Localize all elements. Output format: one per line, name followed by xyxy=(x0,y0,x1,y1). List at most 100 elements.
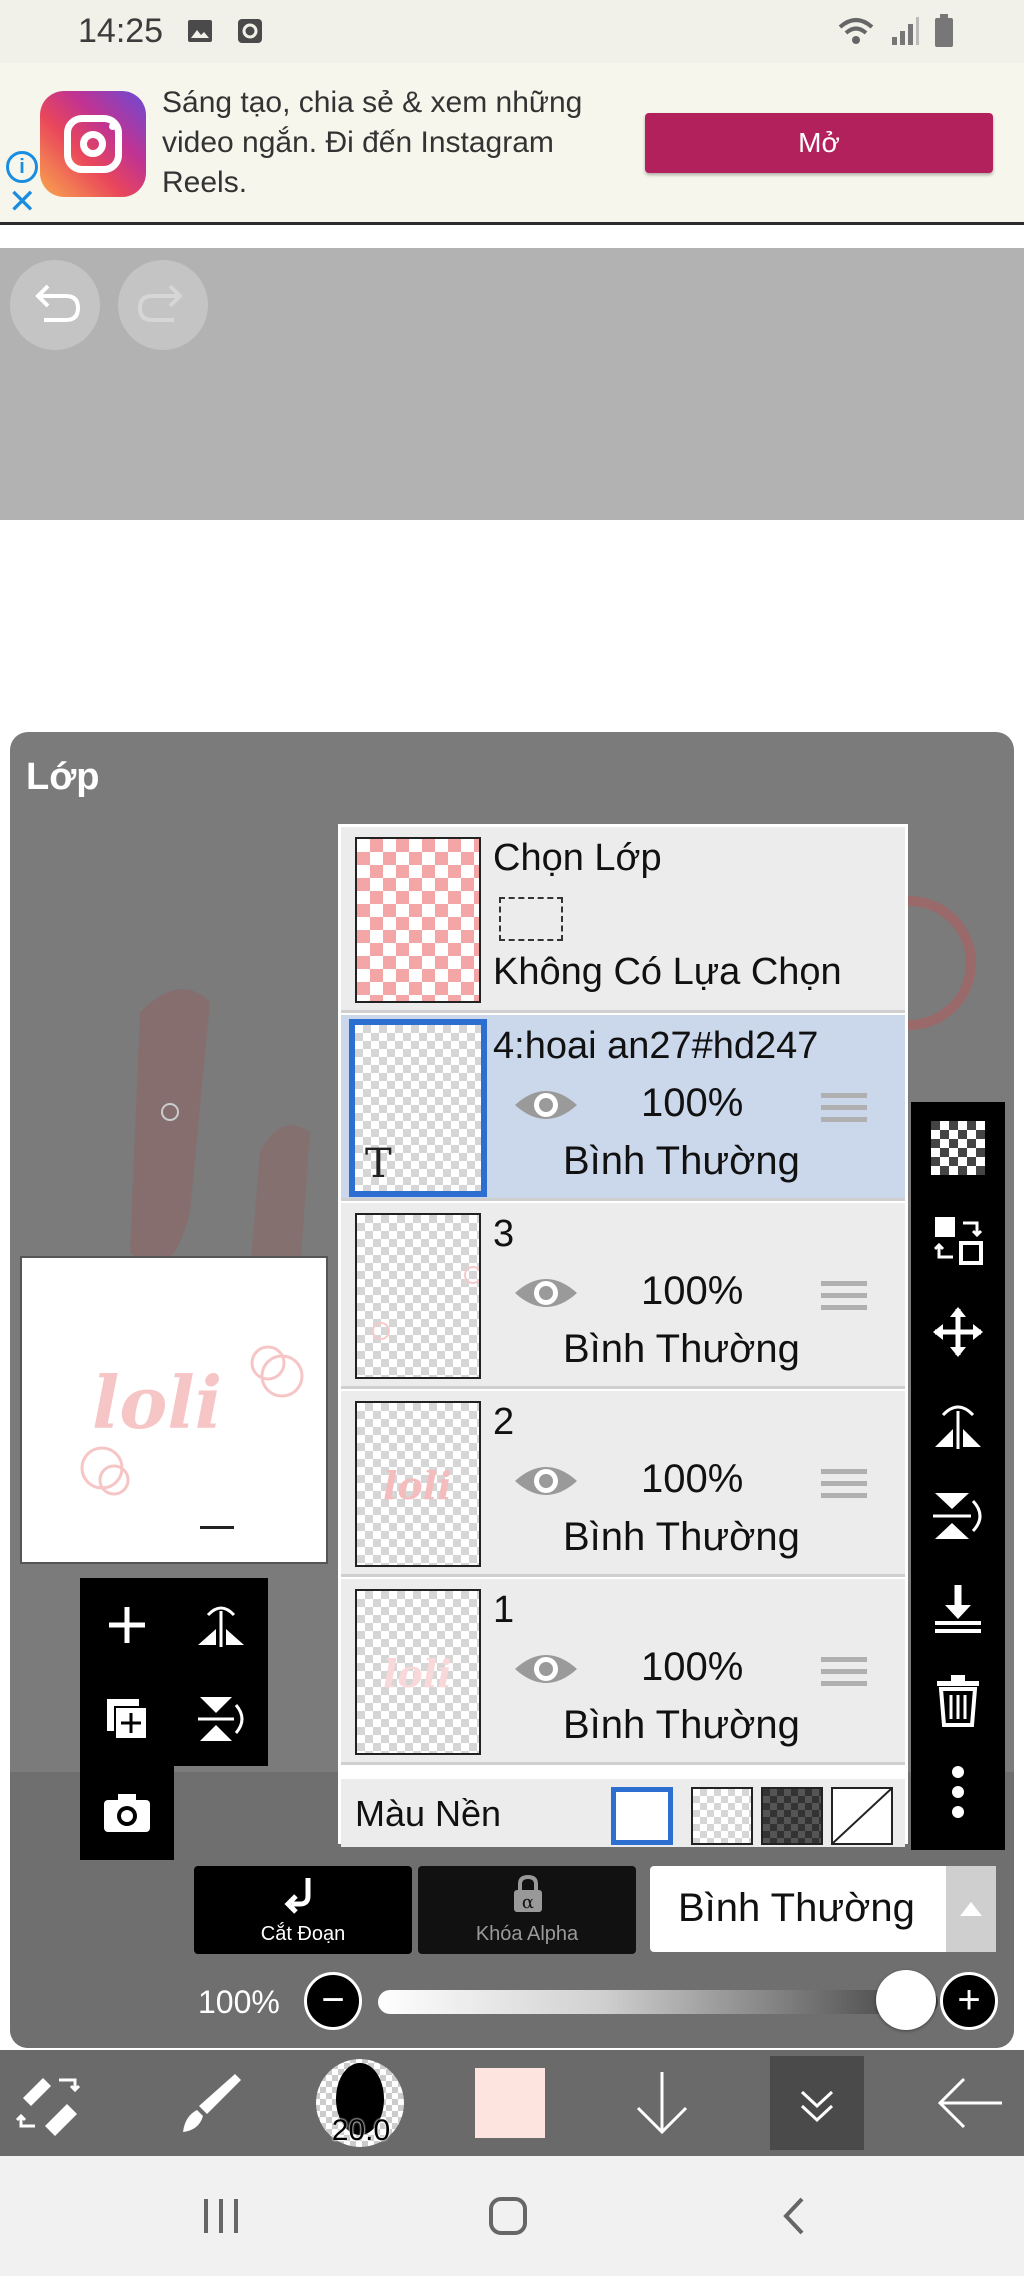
layer-opacity: 100% xyxy=(641,1081,744,1125)
ad-info-icon[interactable]: i xyxy=(6,151,38,183)
drag-handle-icon[interactable] xyxy=(821,1657,867,1693)
signal-icon xyxy=(892,17,919,45)
flip-vertical-icon xyxy=(933,1493,982,1539)
instagram-logo-icon xyxy=(40,91,146,197)
selection-layer-row[interactable]: Chọn Lớp Không Có Lựa Chọn xyxy=(341,827,905,1013)
wifi-icon xyxy=(838,18,874,44)
tool-switch-button[interactable] xyxy=(0,2050,100,2156)
opacity-slider-thumb[interactable] xyxy=(876,1970,936,2030)
undo-button[interactable] xyxy=(10,260,100,350)
layer-thumbnail: loli xyxy=(355,1401,481,1567)
plus-icon xyxy=(109,1607,145,1643)
layer-panel-toggle-button[interactable] xyxy=(770,2056,864,2150)
bg-swatch-white[interactable] xyxy=(611,1787,673,1845)
add-layer-button[interactable] xyxy=(80,1578,174,1672)
layer-row-4[interactable]: T 4:hoai an27#hd247 100% Bình Thường xyxy=(341,1015,905,1201)
more-options-button[interactable] xyxy=(911,1746,1005,1838)
checkerboard-icon xyxy=(931,1121,985,1175)
lock-icon: α xyxy=(514,1874,542,1913)
status-bar: 14:25 xyxy=(0,0,1024,63)
canvas-white-area[interactable] xyxy=(0,520,1024,732)
brush-tool-button[interactable] xyxy=(160,2050,260,2156)
status-indicators xyxy=(836,14,954,48)
back-nav-icon[interactable] xyxy=(770,2191,820,2241)
home-icon[interactable] xyxy=(483,2191,533,2241)
visibility-eye-icon[interactable] xyxy=(511,1645,581,1693)
alpha-lock-button[interactable]: α Khóa Alpha xyxy=(418,1866,636,1954)
clipping-label: Cắt Đoạn xyxy=(260,1923,346,1945)
opacity-slider[interactable] xyxy=(378,1990,938,2014)
flip-horizontal-button[interactable] xyxy=(174,1578,268,1672)
svg-text:loli: loli xyxy=(383,1463,452,1508)
undo-icon xyxy=(35,284,81,322)
visibility-eye-icon[interactable] xyxy=(511,1269,581,1317)
blend-mode-select[interactable]: Bình Thường xyxy=(650,1866,996,1952)
clipping-button[interactable]: Cắt Đoạn xyxy=(194,1866,412,1954)
layer-name: 4:hoai an27#hd247 xyxy=(493,1025,819,1067)
current-color-swatch xyxy=(475,2068,545,2138)
move-button[interactable] xyxy=(911,1286,1005,1378)
flip-v-button[interactable] xyxy=(911,1470,1005,1562)
visibility-eye-icon[interactable] xyxy=(511,1081,581,1129)
swap-layer-button[interactable] xyxy=(911,1194,1005,1286)
import-photo-button[interactable] xyxy=(80,1766,174,1860)
canvas-area[interactable] xyxy=(0,248,1024,520)
drag-handle-icon[interactable] xyxy=(821,1093,867,1129)
layer-row-1[interactable]: loli 1 100% Bình Thường xyxy=(341,1579,905,1765)
opacity-decrease-button[interactable]: − xyxy=(304,1972,362,2030)
status-time: 14:25 xyxy=(78,12,164,50)
system-navigation-bar xyxy=(0,2156,1024,2276)
layer-thumbnail: loli xyxy=(355,1589,481,1755)
layer-blend-mode: Bình Thường xyxy=(563,1515,800,1559)
redo-button[interactable] xyxy=(118,260,208,350)
ad-banner[interactable]: Sáng tạo, chia sẻ & xem những video ngắn… xyxy=(0,63,1024,225)
layer-row-2[interactable]: loli 2 100% Bình Thường xyxy=(341,1391,905,1577)
color-button[interactable] xyxy=(460,2050,560,2156)
layers-list: Chọn Lớp Không Có Lựa Chọn T 4:hoai an27… xyxy=(338,824,908,1847)
bg-swatch-none[interactable] xyxy=(831,1787,893,1845)
background-color-label: Màu Nền xyxy=(355,1793,502,1834)
visibility-eye-icon[interactable] xyxy=(511,1457,581,1505)
selection-marquee-icon xyxy=(499,897,563,941)
ad-open-button[interactable]: Mở xyxy=(645,113,993,173)
camera-tool xyxy=(80,1766,174,1860)
duplicate-layer-button[interactable] xyxy=(80,1672,174,1766)
layer-opacity: 100% xyxy=(641,1269,744,1313)
layer-name: 1 xyxy=(493,1589,515,1631)
svg-text:loli: loli xyxy=(383,1651,452,1696)
opacity-increase-button[interactable]: + xyxy=(940,1972,998,2030)
arrow-down-icon xyxy=(636,2072,688,2135)
selection-status: Không Có Lựa Chọn xyxy=(493,951,842,993)
clipping-icon xyxy=(284,1878,311,1914)
back-button[interactable] xyxy=(920,2050,1020,2156)
layer-row-3[interactable]: 3 100% Bình Thường xyxy=(341,1203,905,1389)
layer-down-button[interactable] xyxy=(612,2050,712,2156)
drag-handle-icon[interactable] xyxy=(821,1469,867,1505)
swap-icon xyxy=(933,1217,983,1265)
app-notification-icon xyxy=(238,19,262,43)
layer-panel: Lớp loli Chọn Lớp Không Có Lựa Chọn T 4:… xyxy=(10,732,1014,2048)
layer-blend-mode: Bình Thường xyxy=(563,1703,800,1747)
drag-handle-icon[interactable] xyxy=(821,1281,867,1317)
layer-thumbnail: T xyxy=(349,1019,487,1197)
brush-size-button[interactable]: 20.0 xyxy=(310,2050,410,2156)
bg-swatch-checker-dark[interactable] xyxy=(761,1787,823,1845)
selection-title: Chọn Lớp xyxy=(493,837,662,879)
merge-down-button[interactable] xyxy=(911,1562,1005,1654)
merge-down-icon xyxy=(935,1585,981,1633)
transparency-button[interactable] xyxy=(911,1102,1005,1194)
battery-icon xyxy=(935,14,953,47)
brush-size-value: 20.0 xyxy=(331,2114,391,2147)
svg-text:loli: loli xyxy=(92,1360,222,1445)
layer-tools-grid xyxy=(80,1578,268,1766)
flip-vertical-icon xyxy=(198,1697,244,1741)
flip-vertical-button[interactable] xyxy=(174,1672,268,1766)
recent-apps-icon[interactable] xyxy=(196,2191,246,2241)
duplicate-layer-icon xyxy=(107,1699,148,1740)
delete-layer-button[interactable] xyxy=(911,1654,1005,1746)
ad-close-icon[interactable]: ✕ xyxy=(8,185,37,219)
blend-mode-arrow[interactable] xyxy=(946,1866,996,1952)
bg-swatch-checker-light[interactable] xyxy=(691,1787,753,1845)
flip-h-button[interactable] xyxy=(911,1378,1005,1470)
double-chevron-down-icon xyxy=(800,2090,834,2123)
